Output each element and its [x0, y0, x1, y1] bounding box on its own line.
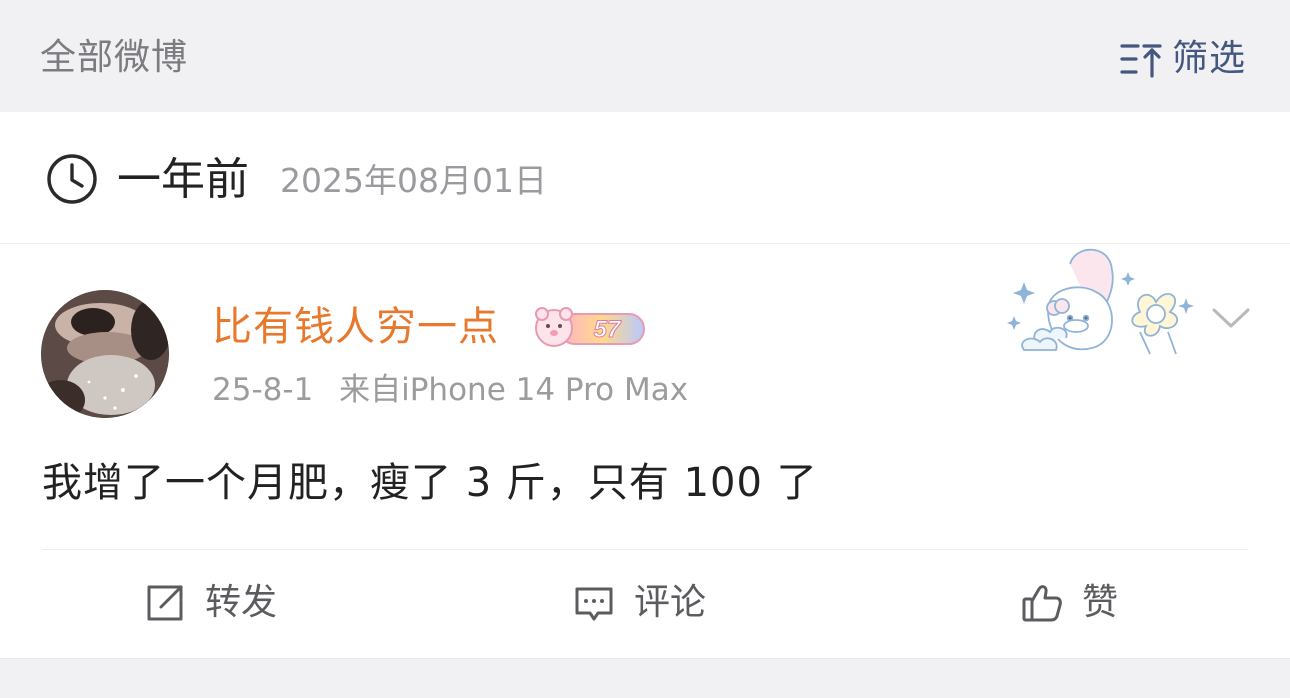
post-source: 来自iPhone 14 Pro Max: [339, 372, 689, 408]
vip-level: 57: [594, 316, 622, 343]
comment-label: 评论: [634, 582, 707, 623]
like-label: 赞: [1082, 582, 1119, 623]
avatar[interactable]: [41, 290, 169, 418]
chevron-down-icon[interactable]: [1210, 302, 1252, 334]
repost-label: 转发: [205, 582, 278, 623]
post-meta: 25-8-1 来自iPhone 14 Pro Max: [212, 370, 688, 410]
repost-button[interactable]: 转发: [143, 578, 277, 628]
thumbs-up-icon: [1022, 585, 1062, 622]
character-sticker-icon: [1007, 248, 1194, 355]
post-date: 25-8-1: [212, 372, 314, 408]
filter-bar: 全部微博 筛选: [0, 0, 1290, 112]
comment-button[interactable]: 评论: [572, 578, 706, 628]
all-posts-title: 全部微博: [40, 37, 189, 78]
repost-icon: [147, 585, 183, 621]
time-relative: 一年前: [117, 154, 249, 205]
clock-icon: [47, 154, 97, 204]
avatar-photo: [41, 290, 169, 418]
weibo-page: 全部微博 筛选 一年前 2025年08月01日 比有钱人穷一点 57 25-8-…: [0, 0, 1290, 698]
sort-up-icon: [1120, 44, 1162, 78]
post-text: 我增了一个月肥，瘦了 3 斤，只有 100 了: [42, 460, 818, 506]
username[interactable]: 比有钱人穷一点: [212, 300, 499, 354]
like-button[interactable]: 赞: [1020, 578, 1118, 628]
divider: [42, 549, 1248, 550]
vip-badge-icon[interactable]: 57: [532, 304, 648, 350]
comment-icon: [575, 587, 613, 621]
filter-label: 筛选: [1171, 38, 1246, 79]
filter-button[interactable]: 筛选: [1118, 34, 1246, 84]
next-card-spacer: [0, 658, 1290, 698]
time-date: 2025年08月01日: [280, 161, 547, 200]
